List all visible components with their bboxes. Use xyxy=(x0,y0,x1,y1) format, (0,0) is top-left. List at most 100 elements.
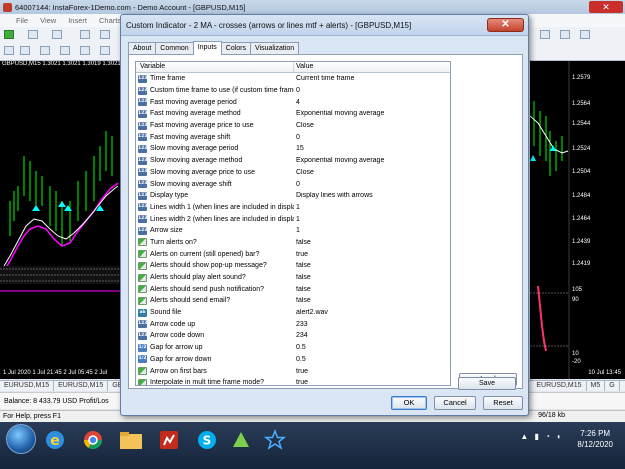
mt4-taskbar-icon[interactable] xyxy=(154,426,184,454)
param-row[interactable]: Arrow on first bars true xyxy=(136,365,450,377)
tab-inputs[interactable]: Inputs xyxy=(192,41,222,55)
menu-charts[interactable]: Charts xyxy=(99,16,121,25)
param-row[interactable]: 123 Fast moving average method Exponential… xyxy=(136,108,450,120)
param-value[interactable]: false xyxy=(294,297,450,304)
param-row[interactable]: 123 Slow moving average period 15 xyxy=(136,143,450,155)
param-value[interactable]: 4 xyxy=(294,99,450,106)
param-row[interactable]: 123 Time frame Current time frame xyxy=(136,73,450,85)
param-value[interactable]: 1 xyxy=(294,216,450,223)
param-row[interactable]: 123 Arrow code up 233 xyxy=(136,318,450,330)
param-row[interactable]: 123 Arrow code down 234 xyxy=(136,330,450,342)
cursor-icon[interactable] xyxy=(4,46,14,55)
param-value[interactable]: 1 xyxy=(294,204,450,211)
start-button[interactable] xyxy=(6,424,36,454)
column-variable[interactable]: Variable xyxy=(136,62,294,72)
ok-button[interactable]: OK xyxy=(391,396,427,410)
main-close-icon[interactable]: ✕ xyxy=(589,1,623,13)
param-row[interactable]: 123 Slow moving average price to use Close xyxy=(136,167,450,179)
cancel-button[interactable]: Cancel xyxy=(434,396,476,410)
hline-icon[interactable] xyxy=(60,46,70,55)
param-value[interactable]: 0 xyxy=(294,87,450,94)
param-row[interactable]: 123 Slow moving average method Exponential… xyxy=(136,155,450,167)
menu-file[interactable]: File xyxy=(16,16,28,25)
param-row[interactable]: Alerts should play alert sound? false xyxy=(136,272,450,284)
param-value[interactable]: 0.5 xyxy=(294,344,450,351)
dialog-titlebar[interactable]: Custom Indicator - 2 MA - crosses (arrow… xyxy=(121,15,528,36)
toolbar-icon[interactable] xyxy=(80,30,90,39)
channel-icon[interactable] xyxy=(100,46,110,55)
param-value[interactable]: Close xyxy=(294,169,450,176)
param-row[interactable]: Alerts should send push notification? fal… xyxy=(136,283,450,295)
param-row[interactable]: ab Sound file alert2.wav xyxy=(136,307,450,319)
chrome-icon[interactable] xyxy=(78,426,108,454)
param-row[interactable]: 123 Lines width 1 (when lines are include… xyxy=(136,202,450,214)
param-row[interactable]: 123 Custom time frame to use (if custom t… xyxy=(136,85,450,97)
toolbar-icon[interactable] xyxy=(580,30,590,39)
param-value[interactable]: 1 xyxy=(294,227,450,234)
dialog-close-icon[interactable]: ✕ xyxy=(487,18,524,32)
param-row[interactable]: Alerts on current (still opened) bar? tru… xyxy=(136,248,450,260)
toolbar-icon[interactable] xyxy=(540,30,550,39)
save-button[interactable]: Save xyxy=(458,377,516,390)
param-value[interactable]: false xyxy=(294,286,450,293)
column-value[interactable]: Value xyxy=(294,62,450,72)
param-value[interactable]: false xyxy=(294,274,450,281)
profiles-icon[interactable] xyxy=(28,30,38,39)
new-chart-icon[interactable] xyxy=(4,30,14,39)
param-value[interactable]: Close xyxy=(294,122,450,129)
line-icon[interactable] xyxy=(40,46,50,55)
param-row[interactable]: 123 Display type Display lines with arrows xyxy=(136,190,450,202)
param-row[interactable]: 123 Fast moving average price to use Close xyxy=(136,120,450,132)
param-value[interactable]: 0 xyxy=(294,134,450,141)
param-value[interactable]: true xyxy=(294,379,450,385)
param-value[interactable]: false xyxy=(294,262,450,269)
param-row[interactable]: Alerts should send email? false xyxy=(136,295,450,307)
param-row[interactable]: Interpolate in mult time frame mode? true xyxy=(136,377,450,385)
param-value[interactable]: true xyxy=(294,251,450,258)
crosshair-icon[interactable] xyxy=(20,46,30,55)
param-value[interactable]: false xyxy=(294,239,450,246)
chart-tab[interactable]: EURUSD,M15 xyxy=(0,381,55,391)
menu-insert[interactable]: Insert xyxy=(68,16,87,25)
param-row[interactable]: Turn alerts on? false xyxy=(136,237,450,249)
param-value[interactable]: Exponential moving average xyxy=(294,157,450,164)
skype-icon[interactable]: S xyxy=(192,426,222,454)
inputs-grid[interactable]: Variable Value 123 Time frame Current time… xyxy=(135,61,451,386)
left-price-chart[interactable] xyxy=(0,61,120,379)
param-value[interactable]: alert2.wav xyxy=(294,309,450,316)
ie-icon[interactable]: e xyxy=(40,426,70,454)
param-row[interactable]: 1/2 Gap for arrow down 0.5 xyxy=(136,354,450,366)
system-tray-icons[interactable]: ▲ ▮ ◔ ◖ xyxy=(520,432,563,441)
param-value[interactable]: true xyxy=(294,368,450,375)
toolbar-icon[interactable] xyxy=(52,30,62,39)
toolbar-icon[interactable] xyxy=(560,30,570,39)
param-value[interactable]: 233 xyxy=(294,321,450,328)
param-value[interactable]: Current time frame xyxy=(294,75,450,82)
param-row[interactable]: 123 Arrow size 1 xyxy=(136,225,450,237)
trendline-icon[interactable] xyxy=(80,46,90,55)
chart-tab[interactable]: G xyxy=(605,381,620,391)
param-row[interactable]: 123 Fast moving average shift 0 xyxy=(136,131,450,143)
star-app-icon[interactable] xyxy=(260,426,290,454)
right-price-chart[interactable]: 1.2579 1.2564 1.2544 1.2524 1.2504 1.248… xyxy=(530,61,625,379)
reset-button[interactable]: Reset xyxy=(483,396,523,410)
param-row[interactable]: 123 Slow moving average shift 0 xyxy=(136,178,450,190)
folder-icon[interactable] xyxy=(116,426,146,454)
param-value[interactable]: 0 xyxy=(294,181,450,188)
chart-tab[interactable]: EURUSD,M15 xyxy=(54,381,109,391)
param-row[interactable]: 123 Fast moving average period 4 xyxy=(136,96,450,108)
chart-tab[interactable]: EURUSD,M15 xyxy=(532,381,587,391)
menu-view[interactable]: View xyxy=(40,16,56,25)
toolbar-icon[interactable] xyxy=(100,30,110,39)
chart-tab[interactable]: M5 xyxy=(587,381,606,391)
param-value[interactable]: Display lines with arrows xyxy=(294,192,450,199)
param-value[interactable]: 0.5 xyxy=(294,356,450,363)
param-row[interactable]: 123 Lines width 2 (when lines are include… xyxy=(136,213,450,225)
param-row[interactable]: 1/2 Gap for arrow up 0.5 xyxy=(136,342,450,354)
param-row[interactable]: Alerts should show pop-up message? false xyxy=(136,260,450,272)
param-value[interactable]: 234 xyxy=(294,332,450,339)
param-value[interactable]: 15 xyxy=(294,145,450,152)
app-icon[interactable] xyxy=(226,426,256,454)
tray-clock[interactable]: 7:26 PM 8/12/2020 xyxy=(577,428,613,450)
param-value[interactable]: Exponential moving average xyxy=(294,110,450,117)
